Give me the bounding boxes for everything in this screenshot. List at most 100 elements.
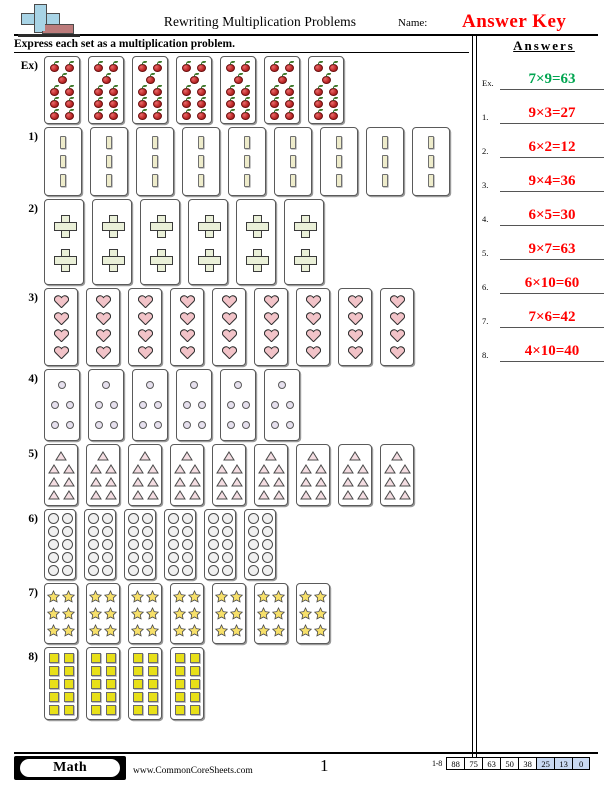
heart-icon — [87, 344, 119, 361]
heart-icon — [339, 293, 371, 310]
square-icon — [103, 690, 118, 703]
object-group-line — [172, 622, 202, 639]
directions-text: Express each set as a multiplication pro… — [14, 38, 235, 50]
object-group — [170, 583, 204, 644]
object-group-line — [256, 622, 286, 639]
problem-number: 8) — [28, 651, 38, 663]
answer-write-line[interactable] — [500, 361, 604, 362]
object-group-line — [88, 449, 118, 462]
cherry-icon — [91, 108, 106, 120]
object-group-line — [88, 475, 118, 488]
object-group-line — [267, 72, 297, 84]
cherry-icon — [194, 96, 209, 108]
circle-icon — [282, 415, 297, 435]
square-icon — [46, 651, 61, 664]
square-icon — [103, 651, 118, 664]
object-group-line — [88, 488, 118, 501]
object-group-line — [171, 293, 203, 310]
ring-icon — [126, 525, 140, 538]
object-group — [338, 444, 372, 506]
heart-icon — [255, 344, 287, 361]
object-group-line — [179, 96, 209, 108]
circle-icon — [274, 375, 290, 395]
grading-scale-cells: 88 75 63 50 38 25 13 0 — [446, 757, 591, 770]
square-icon — [172, 651, 187, 664]
ring-icon — [166, 538, 180, 551]
cherry-icon — [326, 84, 341, 96]
object-group-line — [381, 293, 413, 310]
object-group-line — [45, 293, 77, 310]
object-group-line — [340, 449, 370, 462]
circle-icon — [267, 415, 282, 435]
object-group-line — [88, 664, 118, 677]
object-group-line — [214, 622, 244, 639]
ring-icon — [260, 525, 274, 538]
problem-row: 6) — [14, 509, 469, 580]
triangle-icon — [61, 488, 76, 501]
heart-icon — [171, 327, 203, 344]
heart-icon — [255, 310, 287, 327]
object-group-line — [135, 96, 165, 108]
plus-icon — [237, 242, 275, 276]
triangle-icon — [306, 449, 321, 462]
triangle-icon — [397, 488, 412, 501]
square-icon — [88, 664, 103, 677]
cherry-icon — [311, 84, 326, 96]
square-icon — [172, 664, 187, 677]
answer-value: 9×7=63 — [528, 241, 576, 257]
object-group-line — [45, 171, 81, 190]
triangle-icon — [298, 475, 313, 488]
ring-icon — [180, 512, 194, 525]
object-group — [212, 583, 246, 644]
object-group-line — [93, 208, 131, 242]
plus-icon — [285, 242, 323, 276]
object-group-line — [46, 651, 76, 664]
object-group-line — [141, 242, 179, 276]
star-icon — [313, 605, 328, 622]
cherry-icon — [186, 72, 202, 84]
answer-row: 5. 9×7=63 — [480, 226, 608, 260]
cherry-icon — [223, 96, 238, 108]
object-group-line — [46, 622, 76, 639]
plus-icon — [45, 242, 83, 276]
object-group-line — [214, 488, 244, 501]
star-icon — [130, 622, 145, 639]
bar-icon — [91, 152, 127, 171]
ring-icon — [100, 551, 114, 564]
heart-icon — [129, 344, 161, 361]
object-group — [88, 369, 124, 441]
cherry-icon — [230, 72, 246, 84]
cherry-icon — [267, 108, 282, 120]
object-group-line — [46, 475, 76, 488]
square-icon — [88, 651, 103, 664]
object-group-line — [206, 564, 234, 577]
bar-icon — [321, 171, 357, 190]
ring-icon — [260, 512, 274, 525]
answer-value: 9×3=27 — [528, 105, 576, 121]
star-icon — [187, 622, 202, 639]
plus-icon — [237, 208, 275, 242]
object-group-line — [267, 375, 297, 395]
ring-icon — [166, 512, 180, 525]
triangle-icon — [271, 488, 286, 501]
square-icon — [130, 690, 145, 703]
object-group-line — [413, 133, 449, 152]
grading-scale-cell: 63 — [482, 757, 501, 770]
object-group-line — [367, 133, 403, 152]
star-icon — [256, 588, 271, 605]
cherry-icon — [135, 84, 150, 96]
problem-row: Ex) — [14, 56, 469, 124]
object-group-line — [135, 60, 165, 72]
object-group-line — [285, 242, 323, 276]
triangle-icon — [187, 462, 202, 475]
cherry-icon — [267, 96, 282, 108]
object-group-line — [223, 395, 253, 415]
object-group-line — [46, 690, 76, 703]
star-icon — [298, 622, 313, 639]
object-group-line — [183, 171, 219, 190]
bar-icon — [137, 133, 173, 152]
circle-icon — [135, 395, 150, 415]
object-group-line — [166, 525, 194, 538]
ring-icon — [100, 525, 114, 538]
heart-icon — [213, 344, 245, 361]
